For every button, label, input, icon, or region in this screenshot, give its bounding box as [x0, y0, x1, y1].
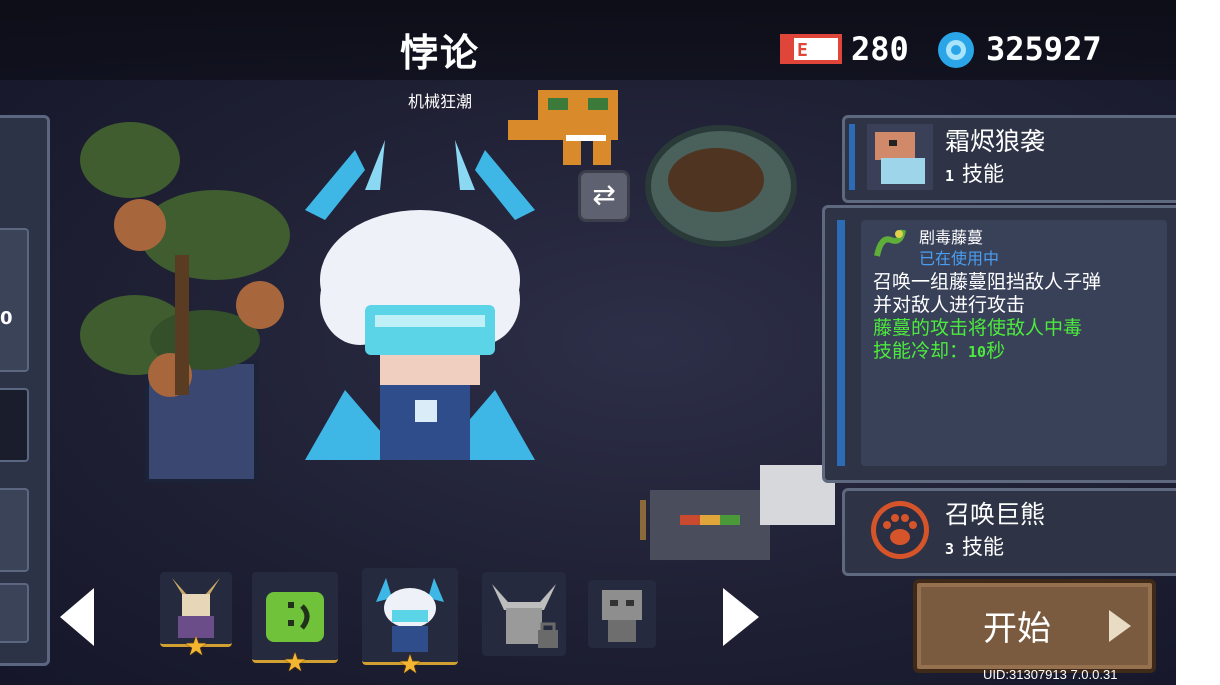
left-panel-slot[interactable] — [0, 388, 29, 462]
left-panel-slot[interactable] — [0, 488, 29, 572]
skill-card-frost-wolf[interactable]: 霜烬狼袭 1 技能 — [842, 115, 1176, 203]
skill-level-row: 1 技能 — [945, 158, 1004, 188]
left-panel-number: 0 — [0, 308, 13, 329]
skill-suffix: 技能 — [962, 535, 1005, 559]
skill-suffix: 技能 — [962, 162, 1005, 186]
left-side-panel — [0, 115, 50, 666]
character-title: 悖论 — [399, 31, 480, 75]
pot-soil — [668, 148, 764, 212]
locked-robot-icon — [602, 590, 642, 642]
star-icon: ★ — [184, 632, 208, 662]
star-icon: ★ — [283, 648, 307, 678]
skill-cooldown: 技能冷却：10秒 — [873, 340, 1005, 364]
skill-description-line: 召唤一组藤蔓阻挡敌人子弹 — [873, 271, 1102, 293]
skill-name: 霜烬狼袭 — [945, 127, 1046, 156]
next-character-arrow-icon[interactable] — [723, 588, 759, 646]
skill-indicator-bar — [837, 220, 845, 466]
uid-version-text: UID:31307913 7.0.0.31 — [983, 667, 1118, 682]
gem-icon: E — [780, 34, 842, 64]
skill-level-row: 3 技能 — [945, 531, 1004, 561]
gem-count: 280 — [851, 30, 909, 68]
hero-character — [305, 140, 535, 460]
coin-icon — [938, 32, 974, 68]
skill-indicator-bar — [849, 124, 855, 190]
cooldown-value: 10 — [968, 343, 987, 361]
skill-level: 3 — [945, 540, 955, 558]
star-icon: ★ — [398, 650, 422, 680]
wolf-skill-icon — [867, 124, 933, 190]
skill-description-line: 并对敌人进行攻击 — [873, 294, 1026, 316]
play-arrow-icon — [1109, 610, 1131, 642]
cooldown-unit: 秒 — [986, 340, 1006, 362]
cooldown-label: 技能冷却： — [873, 340, 969, 362]
start-button-label: 开始 — [983, 609, 1051, 649]
character-slot-locked-robot[interactable] — [588, 580, 656, 648]
character-slot-locked-knight[interactable] — [482, 572, 566, 656]
skill-card-poison-vine[interactable]: 剧毒藤蔓 已在使用中 召唤一组藤蔓阻挡敌人子弹 并对敌人进行攻击 藤蔓的攻击将使… — [822, 205, 1176, 483]
character-slot-paradox-selected[interactable]: ★ — [362, 568, 458, 680]
start-button[interactable]: 开始 — [913, 579, 1156, 673]
paw-skill-icon — [871, 501, 929, 559]
skill-status: 已在使用中 — [919, 249, 1000, 268]
character-slot-samurai[interactable]: ★ — [160, 572, 232, 662]
left-panel-slot[interactable] — [0, 228, 29, 372]
skill-level: 1 — [945, 167, 955, 185]
skill-card-summon-bear[interactable]: 召唤巨熊 3 技能 — [842, 488, 1176, 576]
skill-effect: 藤蔓的攻击将使敌人中毒 — [873, 317, 1083, 339]
skill-name: 召唤巨熊 — [945, 500, 1046, 529]
left-panel-slot[interactable] — [0, 583, 29, 643]
machine-decoration — [640, 465, 835, 560]
previous-character-arrow-icon[interactable] — [60, 588, 94, 646]
svg-text:E: E — [797, 40, 808, 61]
plant-decoration — [80, 122, 290, 397]
character-slot-green[interactable]: ★ — [252, 572, 338, 678]
green-character-icon — [266, 592, 324, 642]
character-subtitle: 机械狂潮 — [407, 92, 472, 111]
coin-count: 325927 — [986, 30, 1102, 68]
swap-skin-button[interactable]: ⇄ — [578, 170, 630, 222]
locked-knight-icon — [492, 584, 558, 648]
game-screen: ⇄ 悖论 机械狂潮 E 280 325927 0 霜烬狼袭 1 技能 剧毒藤蔓 … — [0, 0, 1176, 685]
vine-skill-icon — [874, 229, 906, 257]
paradox-character-icon — [376, 578, 444, 652]
